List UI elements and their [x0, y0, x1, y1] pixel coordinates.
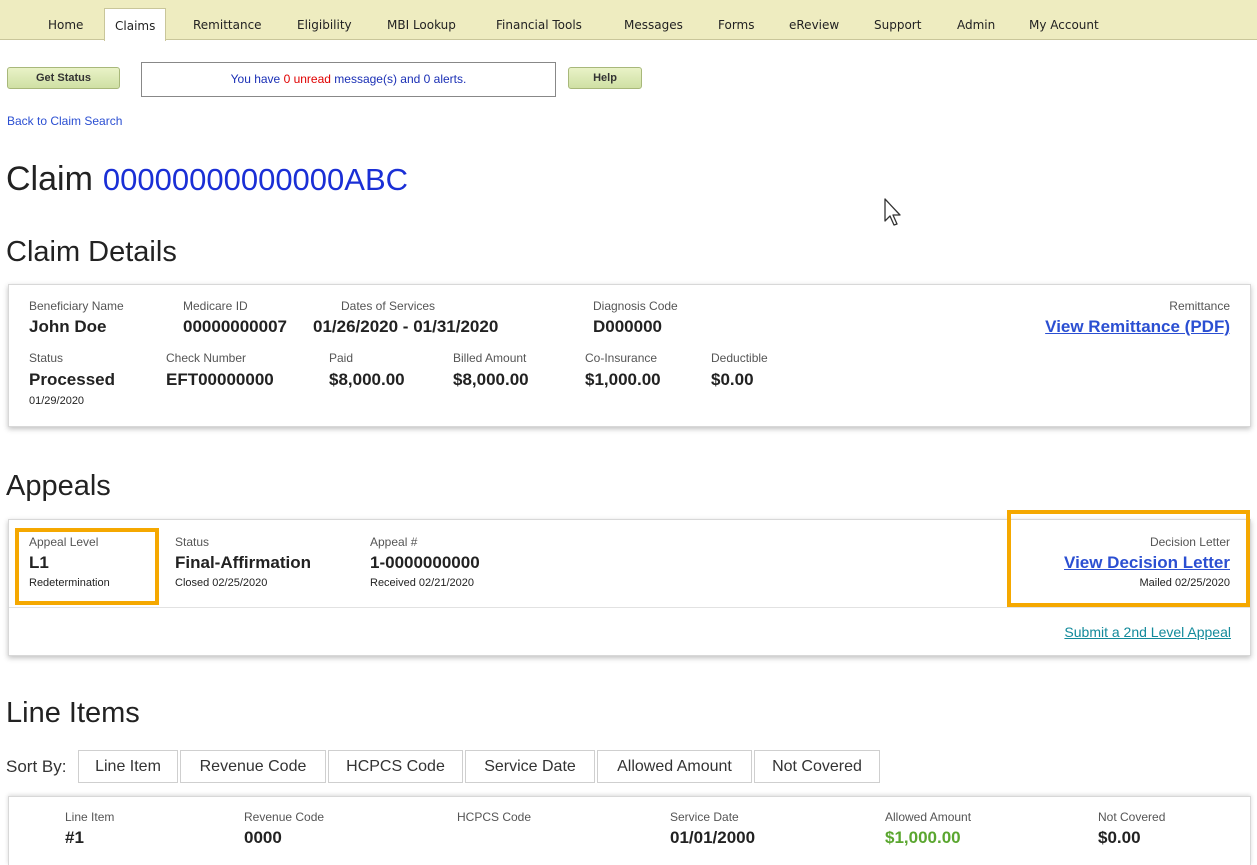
- hcpcs-code-label: HCPCS Code: [457, 810, 532, 824]
- back-to-claim-search-link[interactable]: Back to Claim Search: [7, 114, 122, 128]
- paid-value: $8,000.00: [329, 370, 405, 389]
- sort-line-item-button[interactable]: Line Item: [78, 750, 178, 783]
- not-covered-label: Not Covered: [1098, 810, 1166, 824]
- allowed-amount-value: $1,000.00: [885, 828, 961, 847]
- appeal-received-date: Received 02/21/2020: [370, 577, 474, 589]
- tab-ereview[interactable]: eReview: [789, 8, 839, 40]
- co-insurance-value: $1,000.00: [585, 370, 661, 389]
- deductible-label: Deductible: [711, 351, 768, 365]
- sort-by-label: Sort By:: [6, 757, 67, 776]
- tab-admin[interactable]: Admin: [957, 8, 995, 40]
- tab-eligibility[interactable]: Eligibility: [297, 8, 352, 40]
- beneficiary-value: John Doe: [29, 317, 107, 336]
- appeal-status-value: Final-Affirmation: [175, 553, 311, 572]
- tab-forms[interactable]: Forms: [718, 8, 754, 40]
- claim-id: 00000000000000ABC: [102, 162, 409, 197]
- appeal-closed-date: Closed 02/25/2020: [175, 577, 268, 589]
- service-date-label: Service Date: [670, 810, 739, 824]
- help-button[interactable]: Help: [568, 67, 642, 89]
- dates-of-service-label: Dates of Services: [341, 299, 436, 313]
- tab-financial-tools[interactable]: Financial Tools: [496, 8, 582, 40]
- message-suffix: message(s) and 0 alerts.: [330, 72, 467, 86]
- appeal-number-value: 1-0000000000: [370, 553, 480, 572]
- tab-mbi-lookup[interactable]: MBI Lookup: [387, 8, 456, 40]
- tab-support[interactable]: Support: [874, 8, 921, 40]
- appeal-number-label: Appeal #: [370, 535, 418, 549]
- appeal-level-highlight: [15, 528, 159, 605]
- appeals-divider: [9, 607, 1250, 608]
- medicare-id-value: 00000000007: [183, 317, 288, 336]
- sort-hcpcs-code-button[interactable]: HCPCS Code: [328, 750, 463, 783]
- beneficiary-label: Beneficiary Name: [29, 299, 124, 313]
- sort-allowed-amount-button[interactable]: Allowed Amount: [597, 750, 752, 783]
- decision-letter-highlight: [1007, 510, 1250, 607]
- submit-2nd-level-appeal-link[interactable]: Submit a 2nd Level Appeal: [1064, 624, 1231, 640]
- line-items-title: Line Items: [6, 697, 140, 729]
- check-number-value: EFT00000000: [166, 370, 274, 389]
- line-item-card: Line Item #1 Revenue Code 0000 HCPCS Cod…: [8, 796, 1251, 865]
- sort-not-covered-button[interactable]: Not Covered: [754, 750, 880, 783]
- appeal-status-label: Status: [175, 535, 210, 549]
- page-title: Claim 00000000000000ABC: [6, 160, 408, 199]
- line-item-label: Line Item: [65, 810, 115, 824]
- service-date-value: 01/01/2000: [670, 828, 756, 847]
- diagnosis-code-value: D000000: [593, 317, 663, 336]
- check-number-label: Check Number: [166, 351, 247, 365]
- revenue-code-label: Revenue Code: [244, 810, 325, 824]
- sort-revenue-code-button[interactable]: Revenue Code: [180, 750, 326, 783]
- tab-claims[interactable]: Claims: [104, 8, 167, 41]
- status-label: Status: [29, 351, 64, 365]
- message-prefix: You have: [230, 72, 284, 86]
- not-covered-value: $0.00: [1098, 828, 1141, 847]
- line-item-value: #1: [65, 828, 84, 847]
- paid-label: Paid: [329, 351, 354, 365]
- tab-my-account[interactable]: My Account: [1029, 8, 1099, 40]
- dates-of-service-value: 01/26/2020 - 01/31/2020: [313, 317, 499, 336]
- claim-details-card: Beneficiary Name John Doe Medicare ID 00…: [8, 284, 1251, 427]
- get-status-button[interactable]: Get Status: [7, 67, 120, 89]
- status-date: 01/29/2020: [29, 395, 85, 407]
- top-nav: Home Claims Remittance Eligibility MBI L…: [0, 0, 1257, 41]
- tab-messages[interactable]: Messages: [624, 8, 683, 40]
- claim-heading: Claim: [6, 160, 93, 198]
- mouse-cursor-icon: [883, 198, 905, 233]
- unread-count[interactable]: 0 unread: [284, 72, 331, 86]
- billed-amount-value: $8,000.00: [453, 370, 529, 389]
- deductible-value: $0.00: [711, 370, 754, 389]
- diagnosis-code-label: Diagnosis Code: [593, 299, 678, 313]
- billed-amount-label: Billed Amount: [453, 351, 527, 365]
- revenue-code-value: 0000: [244, 828, 282, 847]
- message-status-box: You have 0 unread message(s) and 0 alert…: [141, 62, 556, 97]
- appeals-title: Appeals: [6, 470, 111, 502]
- view-remittance-pdf-link[interactable]: View Remittance (PDF): [1045, 317, 1230, 337]
- sort-service-date-button[interactable]: Service Date: [465, 750, 595, 783]
- status-value: Processed: [29, 370, 115, 389]
- remittance-label: Remittance: [1169, 299, 1230, 313]
- medicare-id-label: Medicare ID: [183, 299, 248, 313]
- claim-details-title: Claim Details: [6, 236, 177, 268]
- tab-home[interactable]: Home: [48, 8, 83, 40]
- allowed-amount-label: Allowed Amount: [885, 810, 972, 824]
- tab-remittance[interactable]: Remittance: [193, 8, 262, 40]
- co-insurance-label: Co-Insurance: [585, 351, 658, 365]
